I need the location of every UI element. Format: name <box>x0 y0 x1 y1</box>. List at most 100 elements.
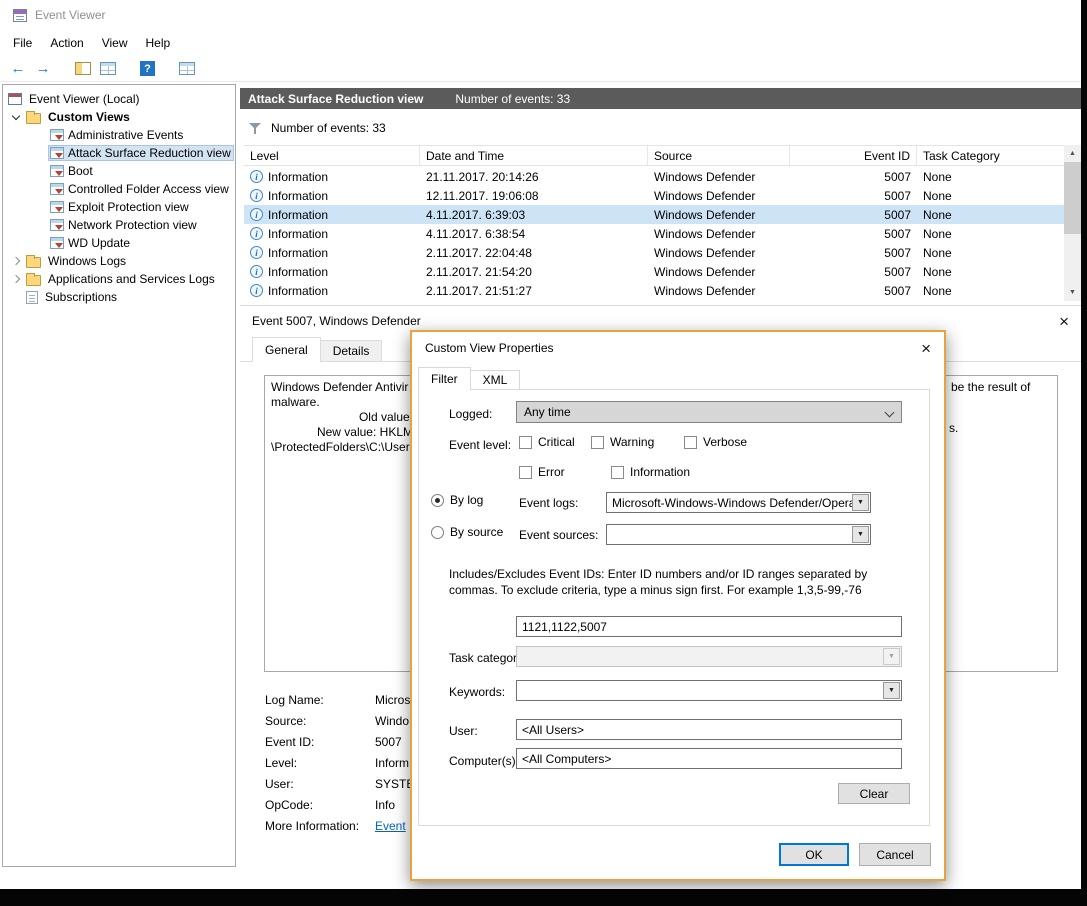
screen: Event Viewer File Action View Help Event <box>0 0 1087 906</box>
scrollbar-thumb[interactable] <box>1064 162 1081 234</box>
close-icon[interactable] <box>921 340 931 357</box>
field-opcode: OpCode:Info <box>265 794 424 815</box>
tree-item-windows-logs[interactable]: Windows Logs <box>3 252 235 270</box>
tree-item-attack-surface-reduction-view[interactable]: Attack Surface Reduction view <box>3 144 235 162</box>
filter-tab-page: Logged: Any time Event level: Critical W… <box>418 389 930 826</box>
event-viewer-icon <box>13 9 27 22</box>
table-row[interactable]: Information 4.11.2017. 6:38:54 Windows D… <box>244 224 1064 243</box>
column-header-date-and-time[interactable]: Date and Time <box>420 146 648 165</box>
table-row[interactable]: Information 2.11.2017. 21:51:27 Windows … <box>244 281 1064 300</box>
close-icon[interactable] <box>1059 313 1069 330</box>
event-logs-dropdown[interactable]: Microsoft-Windows-Windows Defender/Opera <box>606 492 871 513</box>
tree-item-subscriptions[interactable]: Subscriptions <box>3 288 235 306</box>
tree-item-network-protection-view[interactable]: Network Protection view <box>3 216 235 234</box>
checkbox-box[interactable] <box>519 436 532 449</box>
detail-title: Event 5007, Windows Defender <box>252 314 1059 328</box>
cancel-button[interactable]: Cancel <box>859 843 931 866</box>
dropdown-arrow-icon[interactable] <box>883 682 900 699</box>
event-logs-value: Microsoft-Windows-Windows Defender/Opera <box>612 496 852 510</box>
event-ids-input[interactable] <box>516 616 902 637</box>
checkbox-box[interactable] <box>591 436 604 449</box>
clear-button[interactable]: Clear <box>838 783 910 804</box>
radio-by-source[interactable]: By source <box>431 525 503 539</box>
table-row[interactable]: Information 2.11.2017. 21:54:20 Windows … <box>244 262 1064 281</box>
properties-view-icon[interactable] <box>179 62 195 75</box>
folder-icon <box>26 257 41 268</box>
task-category-dropdown <box>516 646 902 667</box>
logged-dropdown[interactable]: Any time <box>516 401 902 423</box>
checkbox-critical[interactable]: Critical <box>519 435 575 449</box>
radio-circle[interactable] <box>431 494 444 507</box>
table-row[interactable]: Information 21.11.2017. 20:14:26 Windows… <box>244 167 1064 186</box>
checkbox-box[interactable] <box>684 436 697 449</box>
events-scrollbar[interactable] <box>1064 145 1081 301</box>
list-view-icon[interactable] <box>100 62 116 75</box>
menubar: File Action View Help <box>0 30 1081 56</box>
tree-item-administrative-events[interactable]: Administrative Events <box>3 126 235 144</box>
table-row[interactable]: Information 12.11.2017. 19:06:08 Windows… <box>244 186 1064 205</box>
column-header-event-id[interactable]: Event ID <box>790 146 917 165</box>
chevron-collapsed-icon[interactable] <box>10 258 22 264</box>
ok-button[interactable]: OK <box>779 843 849 866</box>
event-log-online-help-link[interactable]: Event <box>375 819 406 833</box>
checkbox-verbose[interactable]: Verbose <box>684 435 747 449</box>
events-count-label: Number of events: 33 <box>271 121 386 135</box>
dialog-title: Custom View Properties <box>425 341 921 355</box>
dropdown-arrow-icon[interactable] <box>852 526 869 543</box>
column-header-level[interactable]: Level <box>244 146 420 165</box>
checkbox-box[interactable] <box>519 466 532 479</box>
dropdown-arrow-icon[interactable] <box>852 494 869 511</box>
checkbox-box[interactable] <box>611 466 624 479</box>
tree-item-wd-update[interactable]: WD Update <box>3 234 235 252</box>
tab-general[interactable]: General <box>252 337 321 362</box>
show-console-tree-icon[interactable] <box>75 62 91 75</box>
help-icon[interactable] <box>140 61 155 76</box>
window-title: Event Viewer <box>35 8 105 22</box>
table-row-selected[interactable]: Information 4.11.2017. 6:39:03 Windows D… <box>244 205 1064 224</box>
computers-label: Computer(s): <box>449 754 519 768</box>
logged-label: Logged: <box>449 407 492 421</box>
column-header-task-category[interactable]: Task Category <box>917 146 1064 165</box>
user-input[interactable] <box>516 719 902 740</box>
radio-by-log[interactable]: By log <box>431 493 483 507</box>
event-sources-dropdown[interactable] <box>606 524 871 545</box>
scroll-down-icon[interactable] <box>1064 284 1081 301</box>
scroll-up-icon[interactable] <box>1064 145 1081 162</box>
chevron-expanded-icon[interactable] <box>10 116 22 119</box>
chevron-collapsed-icon[interactable] <box>10 276 22 282</box>
menu-help[interactable]: Help <box>137 32 180 54</box>
tree-item-applications-and-services-logs[interactable]: Applications and Services Logs <box>3 270 235 288</box>
computers-input[interactable] <box>516 748 902 769</box>
tree-item-boot[interactable]: Boot <box>3 162 235 180</box>
detail-tabs: General Details <box>252 337 381 362</box>
tree-item-controlled-folder-access-view[interactable]: Controlled Folder Access view <box>3 180 235 198</box>
tree-item-event-viewer-local[interactable]: Event Viewer (Local) <box>3 90 235 108</box>
table-row[interactable]: Information 2.11.2017. 22:04:48 Windows … <box>244 243 1064 262</box>
back-arrow-icon[interactable] <box>10 61 26 76</box>
checkbox-warning[interactable]: Warning <box>591 435 654 449</box>
tree-item-custom-views[interactable]: Custom Views <box>3 108 235 126</box>
menu-action[interactable]: Action <box>41 32 92 54</box>
field-more-information: More Information:Event <box>265 815 424 836</box>
column-header-source[interactable]: Source <box>648 146 790 165</box>
field-user: User:SYSTEM <box>265 773 424 794</box>
tab-xml[interactable]: XML <box>470 370 521 390</box>
tree-item-exploit-protection-view[interactable]: Exploit Protection view <box>3 198 235 216</box>
chevron-down-icon <box>885 408 895 418</box>
checkbox-error[interactable]: Error <box>519 465 565 479</box>
custom-view-icon <box>50 147 64 159</box>
menu-file[interactable]: File <box>4 32 41 54</box>
tab-filter[interactable]: Filter <box>418 367 471 390</box>
checkbox-information[interactable]: Information <box>611 465 690 479</box>
forward-arrow-icon[interactable] <box>35 61 51 76</box>
radio-circle[interactable] <box>431 526 444 539</box>
menu-view[interactable]: View <box>93 32 137 54</box>
tab-details[interactable]: Details <box>320 340 383 362</box>
custom-view-properties-dialog: Custom View Properties Filter XML Logged… <box>410 330 946 881</box>
information-icon <box>250 189 263 202</box>
keywords-dropdown[interactable] <box>516 680 902 701</box>
information-icon <box>250 170 263 183</box>
dialog-tabs: Filter XML <box>418 367 520 390</box>
logged-value: Any time <box>524 405 571 419</box>
event-description-fragment: be the result of <box>951 380 1030 395</box>
